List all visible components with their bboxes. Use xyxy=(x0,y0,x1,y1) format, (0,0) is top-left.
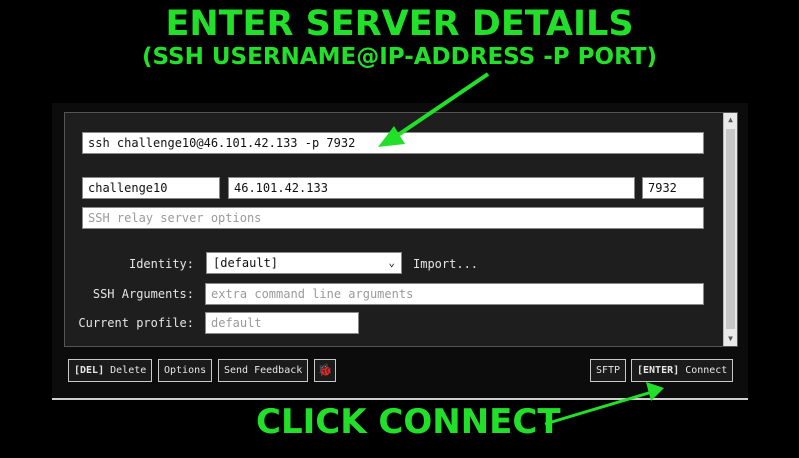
arrow-to-connect-icon xyxy=(544,390,653,426)
arrow-head-command-icon xyxy=(378,126,405,147)
arrow-head-connect-icon xyxy=(646,382,664,401)
arrow-to-command-icon xyxy=(390,72,490,141)
annotation-arrows xyxy=(378,72,664,426)
